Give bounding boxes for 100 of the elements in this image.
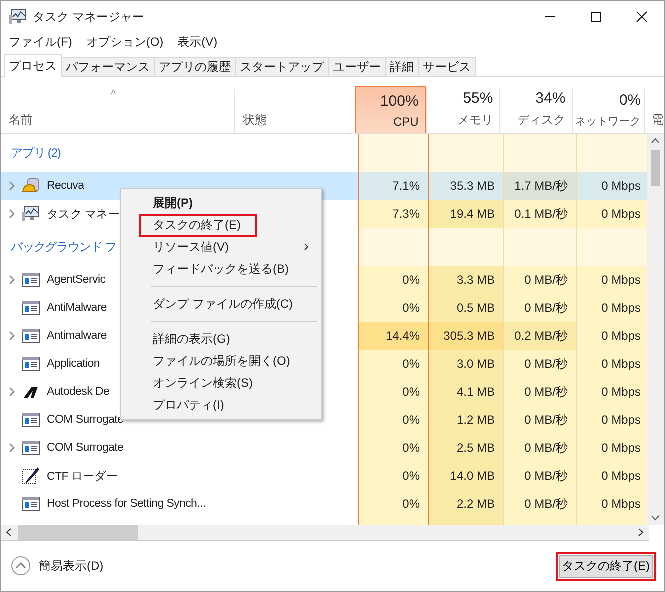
process-name: Recuva: [47, 180, 84, 192]
hard-hat-icon: [22, 178, 40, 194]
process-name: タスク マネー: [47, 208, 120, 222]
window-icon: [22, 497, 40, 511]
column-header[interactable]: 34% ディスク: [499, 89, 572, 133]
column-label: 状態: [243, 112, 268, 129]
collapse-icon[interactable]: [11, 556, 31, 576]
tab[interactable]: 詳細: [385, 57, 419, 76]
fewer-details-link[interactable]: 簡易表示(D): [39, 558, 104, 574]
usage-cell: 0 Mbps: [576, 434, 648, 462]
usage-cell: 1.2 MB: [429, 406, 503, 434]
usage-cell: 7.1%: [358, 172, 429, 200]
context-menu-item[interactable]: 展開(P): [121, 192, 321, 214]
usage-cell: 0 MB/秒: [503, 434, 576, 462]
end-task-button[interactable]: タスクの終了(E): [556, 552, 656, 580]
process-name: Antimalware: [47, 330, 107, 342]
menu-item[interactable]: オプション(O): [86, 34, 164, 50]
usage-cell: 0 Mbps: [576, 172, 648, 200]
usage-cell: 0 Mbps: [576, 378, 648, 406]
usage-cell: 3.3 MB: [429, 266, 503, 294]
scroll-up-icon[interactable]: [651, 138, 660, 144]
scrollbar-thumb[interactable]: [18, 524, 138, 540]
process-name: COM Surrogate: [47, 442, 124, 454]
usage-cell: 0%: [358, 378, 429, 406]
window-icon: [22, 441, 40, 455]
column-header[interactable]: ^ 名前: [1, 89, 234, 133]
usage-cell: 0 Mbps: [576, 462, 648, 490]
window-icon: [22, 413, 40, 427]
sort-arrow: ^: [111, 89, 116, 101]
usage-cell: 0 Mbps: [576, 406, 648, 434]
expand-chevron-icon[interactable]: [9, 387, 15, 397]
expand-chevron-icon[interactable]: [9, 331, 15, 341]
tab[interactable]: サービス: [418, 57, 476, 76]
expand-chevron-icon[interactable]: [9, 443, 15, 453]
close-icon[interactable]: [636, 11, 648, 23]
process-name: Host Process for Setting Synch...: [47, 498, 206, 510]
expand-chevron-icon[interactable]: [9, 181, 15, 191]
usage-cell: 14.4%: [358, 322, 429, 350]
horizontal-scrollbar[interactable]: [1, 525, 649, 541]
context-menu-item[interactable]: ファイルの場所を開く(O): [121, 350, 321, 372]
usage-cell: 0 MB/秒: [503, 294, 576, 322]
usage-cell: 0.1 MB/秒: [503, 200, 576, 228]
column-header[interactable]: 0% ネットワーク: [572, 89, 644, 133]
context-menu-item[interactable]: ダンプ ファイルの作成(C): [121, 293, 321, 315]
pen-icon: [22, 467, 40, 485]
usage-cell: 0%: [358, 462, 429, 490]
usage-cell: 35.3 MB: [429, 172, 503, 200]
usage-percent: 0%: [619, 92, 642, 109]
usage-cell: 0 Mbps: [576, 294, 648, 322]
tab[interactable]: パフォーマンス: [61, 57, 155, 76]
column-header[interactable]: 電: [644, 89, 664, 133]
usage-cell: 1.7 MB/秒: [503, 172, 576, 200]
context-menu-item[interactable]: リソース値(V): [121, 236, 321, 258]
column-header[interactable]: 55% メモリ: [426, 89, 500, 133]
scroll-down-icon[interactable]: [651, 515, 660, 521]
process-name: COM Surrogate: [47, 414, 124, 426]
usage-cell: 0 Mbps: [576, 200, 648, 228]
process-name: AgentServic: [47, 274, 106, 286]
expand-chevron-icon[interactable]: [9, 275, 15, 285]
column-label: 電: [652, 112, 664, 129]
usage-cell: 0%: [358, 350, 429, 378]
usage-cell: 2.5 MB: [429, 434, 503, 462]
usage-cell: 4.1 MB: [429, 378, 503, 406]
usage-percent: 100%: [380, 93, 419, 110]
group-heading: アプリ (2): [10, 144, 61, 162]
monitor-icon: [22, 206, 40, 222]
usage-cell: 0%: [358, 294, 429, 322]
context-menu-item[interactable]: フィードバックを送る(B): [121, 258, 321, 280]
sorted-column-header[interactable]: 100% CPU: [355, 86, 426, 133]
process-name: AntiMalware: [47, 302, 107, 314]
tab[interactable]: ユーザー: [328, 57, 386, 76]
usage-cell: 0%: [358, 490, 429, 518]
usage-percent: 55%: [463, 90, 494, 107]
window-icon: [22, 357, 40, 371]
context-menu-item[interactable]: オンライン検索(S): [121, 372, 321, 394]
usage-cell: 0%: [358, 434, 429, 462]
context-menu-item[interactable]: 詳細の表示(G): [121, 328, 321, 350]
scroll-left-icon[interactable]: [6, 528, 12, 537]
triangle-logo-icon: [22, 385, 40, 399]
usage-cell: 0.2 MB/秒: [503, 322, 576, 350]
usage-cell: 0 MB/秒: [503, 490, 576, 518]
tab[interactable]: プロセス: [4, 54, 62, 77]
column-label: CPU: [393, 115, 419, 129]
group-heading: バックグラウンド フ: [10, 238, 116, 256]
context-menu-item[interactable]: プロパティ(I): [121, 394, 321, 416]
scrollbar-thumb[interactable]: [651, 150, 660, 186]
tab[interactable]: アプリの履歴: [154, 57, 236, 76]
scroll-right-icon[interactable]: [638, 528, 644, 537]
menu-item[interactable]: ファイル(F): [9, 34, 72, 50]
menu-item[interactable]: 表示(V): [178, 34, 218, 50]
usage-cell: 0.5 MB: [429, 294, 503, 322]
usage-cell: 0 MB/秒: [503, 378, 576, 406]
usage-cell: 2.2 MB: [429, 490, 503, 518]
monitor-icon: [9, 9, 27, 25]
vertical-scrollbar[interactable]: [647, 134, 664, 525]
usage-cell: 14.0 MB: [429, 462, 503, 490]
expand-chevron-icon[interactable]: [9, 209, 15, 219]
tab[interactable]: スタートアップ: [235, 57, 329, 76]
maximize-icon[interactable]: [590, 11, 602, 23]
usage-cell: 0 MB/秒: [503, 266, 576, 294]
